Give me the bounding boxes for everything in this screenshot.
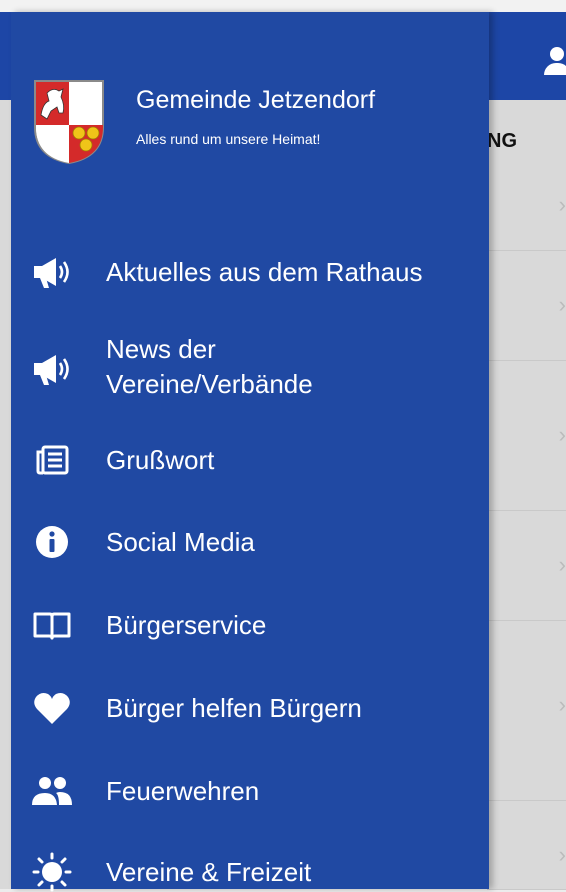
nav-item-label: Feuerwehren bbox=[106, 776, 260, 806]
list-item[interactable]: › bbox=[487, 512, 566, 621]
nav-item-social-media[interactable]: Social Media bbox=[11, 522, 489, 562]
nav-item-aktuelles[interactable]: Aktuelles aus dem Rathaus bbox=[11, 252, 489, 292]
coat-of-arms-logo bbox=[34, 80, 104, 165]
tab-label[interactable]: NG bbox=[487, 130, 517, 153]
info-icon bbox=[30, 522, 74, 562]
megaphone-icon bbox=[30, 252, 74, 292]
chevron-right-icon: › bbox=[558, 552, 566, 577]
user-icon[interactable] bbox=[544, 47, 566, 87]
nav-item-label: Bürgerservice bbox=[106, 610, 267, 640]
list-item[interactable]: › bbox=[487, 362, 566, 511]
nav-item-label: Vereine & Freizeit bbox=[106, 857, 312, 887]
nav-item-buerger-helfen[interactable]: Bürger helfen Bürgern bbox=[11, 688, 489, 728]
list-item[interactable]: › bbox=[487, 622, 566, 801]
nav-item-feuerwehren[interactable]: Feuerwehren bbox=[11, 771, 489, 811]
nav-item-grusswort[interactable]: Grußwort bbox=[11, 440, 489, 480]
nav-item-label-line1: News der bbox=[106, 334, 216, 364]
app-title: Gemeinde Jetzendorf bbox=[136, 86, 376, 114]
nav-item-buergerservice[interactable]: Bürgerservice bbox=[11, 605, 489, 645]
app-subtitle: Alles rund um unsere Heimat! bbox=[136, 131, 321, 147]
chevron-right-icon: › bbox=[558, 292, 566, 317]
nav-item-label: Grußwort bbox=[106, 445, 215, 475]
list-item[interactable]: › bbox=[487, 252, 566, 361]
nav-item-news-vereine[interactable]: News der Vereine/Verbände bbox=[11, 332, 489, 402]
list-item[interactable]: › bbox=[487, 162, 566, 251]
newspaper-icon bbox=[30, 440, 74, 480]
status-strip bbox=[0, 0, 566, 12]
chevron-right-icon: › bbox=[558, 692, 566, 717]
nav-item-label: Social Media bbox=[106, 527, 255, 557]
navigation-drawer: Gemeinde Jetzendorf Alles rund um unsere… bbox=[11, 12, 489, 892]
nav-item-label: Bürger helfen Bürgern bbox=[106, 693, 362, 723]
chevron-right-icon: › bbox=[558, 422, 566, 447]
nav-item-label-line2: Vereine/Verbände bbox=[106, 369, 313, 399]
megaphone-icon bbox=[30, 349, 74, 389]
list-item[interactable]: › bbox=[487, 802, 566, 890]
heart-icon bbox=[30, 688, 74, 728]
chevron-right-icon: › bbox=[558, 842, 566, 867]
nav-item-label: Aktuelles aus dem Rathaus bbox=[106, 257, 423, 287]
group-icon bbox=[30, 771, 74, 811]
sun-icon bbox=[30, 852, 74, 892]
chevron-right-icon: › bbox=[558, 192, 566, 217]
nav-item-vereine-freizeit[interactable]: Vereine & Freizeit bbox=[11, 852, 489, 892]
book-icon bbox=[30, 605, 74, 645]
